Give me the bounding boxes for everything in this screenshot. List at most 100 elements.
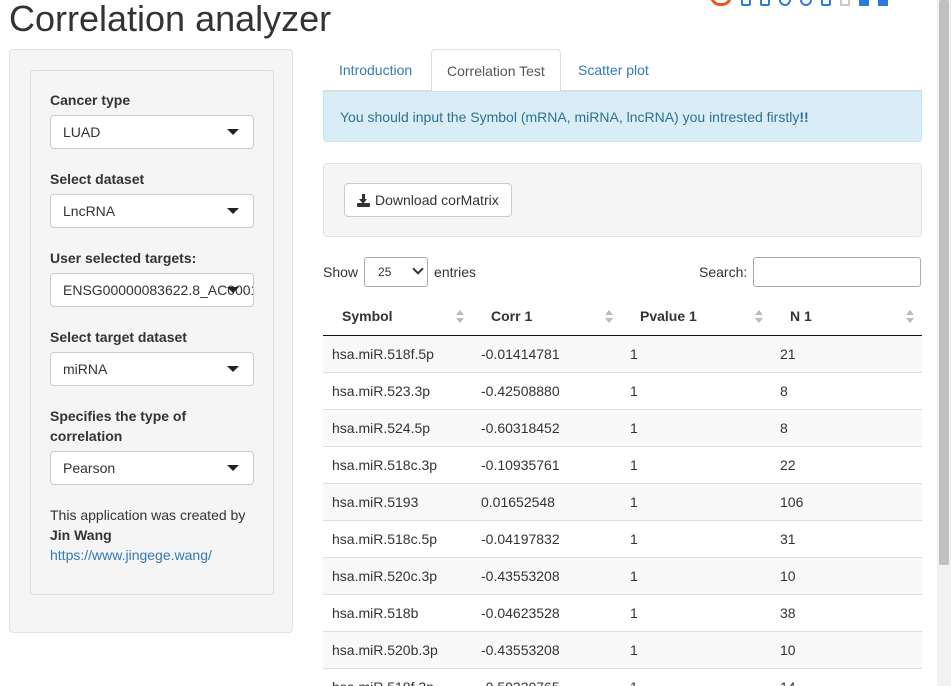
tab-scatter-plot[interactable]: Scatter plot <box>563 49 664 91</box>
author-link[interactable]: https://www.jingege.wang/ <box>50 547 212 563</box>
table-row[interactable]: hsa.miR.518f.3p-0.50330765114 <box>323 667 922 686</box>
caret-down-icon <box>227 366 239 372</box>
browser-extension-toolbar <box>710 0 888 6</box>
table-cell: 14 <box>771 667 922 686</box>
correlation-type-field: Specifies the type of correlation Pearso… <box>50 406 254 485</box>
share-icon[interactable] <box>760 0 770 6</box>
table-cell: 22 <box>771 445 922 483</box>
table-cell: hsa.miR.518f.3p <box>323 667 472 686</box>
table-cell: -0.43553208 <box>472 630 621 668</box>
search-input[interactable] <box>753 257 922 287</box>
table-row[interactable]: hsa.miR.524.5p -0.60318452 1 8 <box>323 408 922 446</box>
tab-bar: Introduction Correlation Test Scatter pl… <box>323 49 922 92</box>
dataset-value: LncRNA <box>63 203 116 219</box>
table-cell: 1 <box>621 593 771 631</box>
table-cell: -0.04197832 <box>472 519 621 557</box>
entries-select[interactable]: 25 <box>364 257 429 287</box>
table-cell: -0.43553208 <box>472 556 621 594</box>
sort-icon <box>755 310 763 324</box>
table-cell: hsa.miR.5193 <box>323 482 472 520</box>
extension-logo-icon[interactable] <box>710 0 732 6</box>
credit-author: Jin Wang <box>50 527 112 543</box>
table-row[interactable]: hsa.miR.523.3p -0.42508880 1 8 <box>323 371 922 409</box>
column-header-pvalue[interactable]: Pvalue 1 <box>621 298 771 336</box>
entries-value: 25 <box>378 265 392 279</box>
caret-down-icon <box>227 465 239 471</box>
table-row[interactable]: hsa.miR.518c.5p -0.04197832 1 31 <box>323 519 922 557</box>
scrollbar-thumb[interactable] <box>939 0 949 565</box>
table-row[interactable]: hsa.miR.5193 0.01652548 1 106 <box>323 482 922 520</box>
sidebar-panel: Cancer type LUAD Select dataset LncRNA U… <box>9 49 293 633</box>
cancer-type-value: LUAD <box>63 124 101 140</box>
table-cell: 8 <box>771 371 922 409</box>
table-cell: 1 <box>621 408 771 446</box>
target-dataset-select[interactable]: miRNA <box>50 352 254 386</box>
table-row[interactable]: hsa.miR.520b.3p -0.43553208 1 10 <box>323 630 922 668</box>
grid-icon[interactable] <box>878 0 888 6</box>
table-row[interactable]: hsa.miR.520c.3p -0.43553208 1 10 <box>323 556 922 594</box>
column-header-corr[interactable]: Corr 1 <box>472 298 621 336</box>
microphone-icon[interactable] <box>800 0 812 6</box>
table-cell: hsa.miR.518b <box>323 593 472 631</box>
targets-select[interactable]: ENSG00000083622.8_AC0001 <box>50 273 254 307</box>
table-cell: 1 <box>621 630 771 668</box>
tab-correlation-test[interactable]: Correlation Test <box>431 49 561 92</box>
column-header-symbol[interactable]: Symbol <box>323 298 472 336</box>
table-cell: 1 <box>621 371 771 409</box>
table-cell: 1 <box>621 334 771 372</box>
download-icon <box>357 193 370 207</box>
table-row[interactable]: hsa.miR.518c.3p -0.10935761 1 22 <box>323 445 922 483</box>
download-button-label: Download corMatrix <box>375 192 499 208</box>
table-cell: 8 <box>771 408 922 446</box>
caret-down-icon <box>227 287 239 293</box>
table-cell: -0.42508880 <box>472 371 621 409</box>
credit-block: This application was created by Jin Wang… <box>50 505 265 565</box>
table-cell: hsa.miR.518f.5p <box>323 334 472 372</box>
caret-down-icon <box>227 208 239 214</box>
sidebar-inner-panel: Cancer type LUAD Select dataset LncRNA U… <box>30 70 274 595</box>
table-row[interactable]: hsa.miR.518f.5p -0.01414781 1 21 <box>323 334 922 372</box>
table-cell: 1 <box>621 445 771 483</box>
table-cell: 0.01652548 <box>472 482 621 520</box>
target-dataset-label: Select target dataset <box>50 329 187 345</box>
table-cell: hsa.miR.518c.3p <box>323 445 472 483</box>
info-alert: You should input the Symbol (mRNA, miRNA… <box>323 91 922 142</box>
page-scrollbar[interactable] <box>937 0 951 686</box>
dataset-select[interactable]: LncRNA <box>50 194 254 228</box>
cancer-type-select[interactable]: LUAD <box>50 115 254 149</box>
cancer-type-label: Cancer type <box>50 92 131 108</box>
correlation-type-label: Specifies the type of correlation <box>50 408 187 444</box>
table-cell: -0.10935761 <box>472 445 621 483</box>
table-cell: 106 <box>771 482 922 520</box>
table-cell: 21 <box>771 334 922 372</box>
correlation-type-select[interactable]: Pearson <box>50 451 254 485</box>
sort-icon <box>906 310 914 324</box>
table-cell: 38 <box>771 593 922 631</box>
bookmark-icon[interactable] <box>859 0 869 6</box>
table-cell: -0.01414781 <box>472 334 621 372</box>
disabled-extension-icon[interactable] <box>840 0 850 6</box>
download-cormatrix-button[interactable]: Download corMatrix <box>344 183 512 217</box>
table-cell: 10 <box>771 556 922 594</box>
entries-label: entries <box>434 264 477 280</box>
table-cell: 1 <box>621 482 771 520</box>
table-row[interactable]: hsa.miR.518b -0.04623528 1 38 <box>323 593 922 631</box>
table-cell: 10 <box>771 630 922 668</box>
dataset-label: Select dataset <box>50 171 145 187</box>
show-label: Show <box>323 264 359 280</box>
dataset-field: Select dataset LncRNA <box>50 169 254 228</box>
target-icon[interactable] <box>779 0 791 6</box>
entries-length-control: Show 25 entries <box>323 257 476 287</box>
download-panel: Download corMatrix <box>323 163 922 237</box>
search-label: Search: <box>699 264 748 280</box>
target-dataset-value: miRNA <box>63 361 108 377</box>
target-dataset-field: Select target dataset miRNA <box>50 327 254 386</box>
column-header-n[interactable]: N 1 <box>771 298 922 336</box>
screenshot-icon[interactable] <box>821 0 831 6</box>
tab-introduction[interactable]: Introduction <box>324 49 427 91</box>
table-cell: hsa.miR.518c.5p <box>323 519 472 557</box>
table-body: hsa.miR.518f.5p -0.01414781 1 21 hsa.miR.523… <box>323 334 922 686</box>
results-table-container: Symbol Corr 1 Pvalue 1 N 1 hsa.miR.518f.… <box>323 298 922 686</box>
add-icon[interactable] <box>741 0 751 6</box>
table-search: Search: <box>699 257 922 287</box>
